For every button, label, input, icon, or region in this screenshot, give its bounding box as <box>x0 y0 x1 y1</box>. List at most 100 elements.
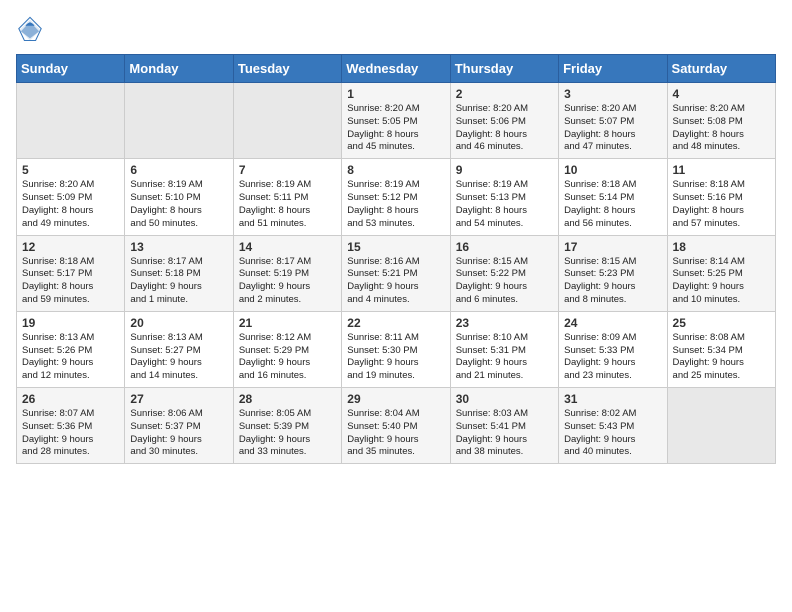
day-number: 21 <box>239 316 336 330</box>
calendar-day-cell: 18Sunrise: 8:14 AMSunset: 5:25 PMDayligh… <box>667 235 775 311</box>
day-number: 10 <box>564 163 661 177</box>
day-info: Sunrise: 8:20 AMSunset: 5:08 PMDaylight:… <box>673 103 770 154</box>
day-of-week-header: Friday <box>559 55 667 83</box>
day-number: 24 <box>564 316 661 330</box>
day-number: 27 <box>130 392 227 406</box>
calendar-header: SundayMondayTuesdayWednesdayThursdayFrid… <box>17 55 776 83</box>
calendar-week-row: 1Sunrise: 8:20 AMSunset: 5:05 PMDaylight… <box>17 83 776 159</box>
day-of-week-header: Saturday <box>667 55 775 83</box>
calendar-day-cell: 26 Sunrise: 8:07 AMSunset: 5:36 PMDayligh… <box>17 388 125 464</box>
day-number: 28 <box>239 392 336 406</box>
calendar-day-cell: 24 Sunrise: 8:09 AMSunset: 5:33 PMDayligh… <box>559 311 667 387</box>
calendar-day-cell: 28 Sunrise: 8:05 AMSunset: 5:39 PMDayligh… <box>233 388 341 464</box>
day-info: Sunrise: 8:17 AMSunset: 5:19 PMDaylight:… <box>239 256 336 307</box>
day-number: 19 <box>22 316 119 330</box>
day-of-week-header: Thursday <box>450 55 558 83</box>
day-info: Sunrise: 8:11 AMSunset: 5:30 PMDaylight:… <box>347 332 444 383</box>
calendar-day-cell: 7 Sunrise: 8:19 AMSunset: 5:11 PMDaylight… <box>233 159 341 235</box>
day-info: Sunrise: 8:14 AMSunset: 5:25 PMDaylight:… <box>673 256 770 307</box>
day-info: Sunrise: 8:17 AMSunset: 5:18 PMDaylight:… <box>130 256 227 307</box>
calendar-day-cell: 8 Sunrise: 8:19 AMSunset: 5:12 PMDaylight… <box>342 159 450 235</box>
calendar-day-cell: 27 Sunrise: 8:06 AMSunset: 5:37 PMDayligh… <box>125 388 233 464</box>
day-info: Sunrise: 8:09 AMSunset: 5:33 PMDaylight:… <box>564 332 661 383</box>
calendar-day-cell: 30Sunrise: 8:03 AMSunset: 5:41 PMDayligh… <box>450 388 558 464</box>
calendar-day-cell: 5 Sunrise: 8:20 AMSunset: 5:09 PMDaylight… <box>17 159 125 235</box>
day-info: Sunrise: 8:19 AMSunset: 5:13 PMDaylight:… <box>456 179 553 230</box>
calendar-week-row: 12 Sunrise: 8:18 AMSunset: 5:17 PMDayligh… <box>17 235 776 311</box>
day-info: Sunrise: 8:13 AMSunset: 5:27 PMDaylight:… <box>130 332 227 383</box>
day-number: 25 <box>673 316 770 330</box>
day-number: 15 <box>347 240 444 254</box>
calendar-body: 1Sunrise: 8:20 AMSunset: 5:05 PMDaylight… <box>17 83 776 464</box>
calendar-day-cell: 9 Sunrise: 8:19 AMSunset: 5:13 PMDaylight… <box>450 159 558 235</box>
day-number: 8 <box>347 163 444 177</box>
calendar-day-cell: 25Sunrise: 8:08 AMSunset: 5:34 PMDayligh… <box>667 311 775 387</box>
calendar-day-cell <box>125 83 233 159</box>
calendar-day-cell: 12 Sunrise: 8:18 AMSunset: 5:17 PMDayligh… <box>17 235 125 311</box>
calendar-week-row: 19 Sunrise: 8:13 AMSunset: 5:26 PMDayligh… <box>17 311 776 387</box>
day-info: Sunrise: 8:19 AMSunset: 5:11 PMDaylight:… <box>239 179 336 230</box>
calendar-day-cell: 15 Sunrise: 8:16 AMSunset: 5:21 PMDayligh… <box>342 235 450 311</box>
day-number: 26 <box>22 392 119 406</box>
day-info: Sunrise: 8:20 AMSunset: 5:05 PMDaylight:… <box>347 103 444 154</box>
day-info: Sunrise: 8:16 AMSunset: 5:21 PMDaylight:… <box>347 256 444 307</box>
calendar-day-cell: 29Sunrise: 8:04 AMSunset: 5:40 PMDayligh… <box>342 388 450 464</box>
day-info: Sunrise: 8:06 AMSunset: 5:37 PMDaylight:… <box>130 408 227 459</box>
calendar-day-cell <box>667 388 775 464</box>
calendar-day-cell: 1Sunrise: 8:20 AMSunset: 5:05 PMDaylight… <box>342 83 450 159</box>
day-of-week-header: Tuesday <box>233 55 341 83</box>
day-number: 23 <box>456 316 553 330</box>
day-number: 14 <box>239 240 336 254</box>
calendar-day-cell: 13 Sunrise: 8:17 AMSunset: 5:18 PMDayligh… <box>125 235 233 311</box>
calendar-week-row: 5 Sunrise: 8:20 AMSunset: 5:09 PMDaylight… <box>17 159 776 235</box>
logo <box>16 16 48 44</box>
calendar-day-cell <box>233 83 341 159</box>
day-number: 6 <box>130 163 227 177</box>
calendar-day-cell: 10 Sunrise: 8:18 AMSunset: 5:14 PMDayligh… <box>559 159 667 235</box>
day-number: 3 <box>564 87 661 101</box>
calendar-day-cell: 20 Sunrise: 8:13 AMSunset: 5:27 PMDayligh… <box>125 311 233 387</box>
day-info: Sunrise: 8:15 AMSunset: 5:23 PMDaylight:… <box>564 256 661 307</box>
calendar-week-row: 26 Sunrise: 8:07 AMSunset: 5:36 PMDayligh… <box>17 388 776 464</box>
day-info: Sunrise: 8:20 AMSunset: 5:09 PMDaylight:… <box>22 179 119 230</box>
day-info: Sunrise: 8:20 AMSunset: 5:06 PMDaylight:… <box>456 103 553 154</box>
calendar-day-cell: 3Sunrise: 8:20 AMSunset: 5:07 PMDaylight… <box>559 83 667 159</box>
day-info: Sunrise: 8:05 AMSunset: 5:39 PMDaylight:… <box>239 408 336 459</box>
day-number: 12 <box>22 240 119 254</box>
calendar-day-cell: 22 Sunrise: 8:11 AMSunset: 5:30 PMDayligh… <box>342 311 450 387</box>
logo-icon <box>16 16 44 44</box>
day-number: 20 <box>130 316 227 330</box>
calendar-day-cell: 23 Sunrise: 8:10 AMSunset: 5:31 PMDayligh… <box>450 311 558 387</box>
day-info: Sunrise: 8:07 AMSunset: 5:36 PMDaylight:… <box>22 408 119 459</box>
day-of-week-header: Monday <box>125 55 233 83</box>
day-info: Sunrise: 8:02 AMSunset: 5:43 PMDaylight:… <box>564 408 661 459</box>
day-info: Sunrise: 8:15 AMSunset: 5:22 PMDaylight:… <box>456 256 553 307</box>
day-number: 17 <box>564 240 661 254</box>
calendar-day-cell <box>17 83 125 159</box>
day-info: Sunrise: 8:18 AMSunset: 5:16 PMDaylight:… <box>673 179 770 230</box>
day-number: 31 <box>564 392 661 406</box>
days-of-week-row: SundayMondayTuesdayWednesdayThursdayFrid… <box>17 55 776 83</box>
day-info: Sunrise: 8:19 AMSunset: 5:12 PMDaylight:… <box>347 179 444 230</box>
calendar-day-cell: 19 Sunrise: 8:13 AMSunset: 5:26 PMDayligh… <box>17 311 125 387</box>
day-number: 7 <box>239 163 336 177</box>
page-header <box>16 16 776 44</box>
day-number: 16 <box>456 240 553 254</box>
day-info: Sunrise: 8:10 AMSunset: 5:31 PMDaylight:… <box>456 332 553 383</box>
day-of-week-header: Wednesday <box>342 55 450 83</box>
day-number: 13 <box>130 240 227 254</box>
calendar-day-cell: 31 Sunrise: 8:02 AMSunset: 5:43 PMDayligh… <box>559 388 667 464</box>
day-info: Sunrise: 8:18 AMSunset: 5:14 PMDaylight:… <box>564 179 661 230</box>
day-number: 11 <box>673 163 770 177</box>
day-of-week-header: Sunday <box>17 55 125 83</box>
day-info: Sunrise: 8:13 AMSunset: 5:26 PMDaylight:… <box>22 332 119 383</box>
day-number: 5 <box>22 163 119 177</box>
day-number: 22 <box>347 316 444 330</box>
calendar-day-cell: 4Sunrise: 8:20 AMSunset: 5:08 PMDaylight… <box>667 83 775 159</box>
day-number: 29 <box>347 392 444 406</box>
calendar-table: SundayMondayTuesdayWednesdayThursdayFrid… <box>16 54 776 464</box>
calendar-day-cell: 2Sunrise: 8:20 AMSunset: 5:06 PMDaylight… <box>450 83 558 159</box>
day-number: 9 <box>456 163 553 177</box>
calendar-day-cell: 16 Sunrise: 8:15 AMSunset: 5:22 PMDayligh… <box>450 235 558 311</box>
day-info: Sunrise: 8:18 AMSunset: 5:17 PMDaylight:… <box>22 256 119 307</box>
